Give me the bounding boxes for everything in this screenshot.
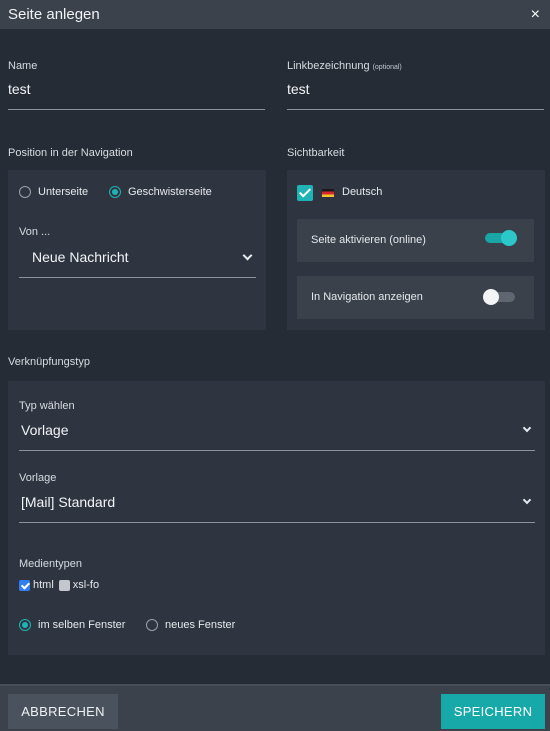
german-flag-icon — [322, 189, 334, 197]
type-underline — [19, 450, 535, 451]
link-type-label: Verknüpfungstyp — [8, 356, 90, 368]
link-label-text: Linkbezeichnung — [287, 60, 370, 72]
link-underline — [287, 109, 544, 110]
media-options: html xsl-fo — [19, 579, 99, 591]
media-label: Medientypen — [19, 558, 82, 570]
cancel-button[interactable]: ABBRECHEN — [8, 694, 118, 729]
activate-toggle-knob — [501, 230, 517, 246]
name-input[interactable]: test — [8, 81, 31, 97]
radio-new-window-label: neues Fenster — [165, 619, 236, 631]
dialog-title: Seite anlegen — [8, 6, 100, 23]
close-icon[interactable]: × — [531, 6, 540, 23]
name-underline — [8, 109, 265, 110]
media-xslfo-checkbox[interactable] — [58, 579, 70, 591]
link-input[interactable]: test — [287, 81, 310, 97]
radio-same-window-circle[interactable] — [19, 619, 31, 631]
type-select[interactable]: Vorlage — [21, 422, 68, 438]
language-label: Deutsch — [342, 186, 383, 198]
nav-label: In Navigation anzeigen — [311, 291, 423, 303]
von-label: Von ... — [19, 226, 51, 238]
link-label: Linkbezeichnung (optional) — [287, 60, 402, 72]
link-type-panel — [8, 381, 545, 655]
type-label: Typ wählen — [19, 400, 75, 412]
radio-unterseite-label: Unterseite — [38, 186, 89, 198]
template-label: Vorlage — [19, 472, 57, 484]
radio-geschwisterseite-circle[interactable] — [109, 186, 121, 198]
radio-geschwisterseite-label: Geschwisterseite — [128, 186, 212, 198]
media-html-label: html — [33, 579, 54, 591]
language-checkbox[interactable] — [297, 185, 313, 201]
media-xslfo-label: xsl-fo — [72, 579, 100, 591]
media-html-checkbox[interactable] — [19, 579, 30, 591]
optional-note: (optional) — [372, 64, 402, 71]
radio-unterseite[interactable]: Unterseite — [19, 186, 88, 198]
radio-same-window-label: im selben Fenster — [38, 619, 126, 631]
template-select[interactable]: [Mail] Standard — [21, 494, 115, 510]
radio-unterseite-circle[interactable] — [19, 186, 31, 198]
position-label: Position in der Navigation — [8, 147, 133, 159]
von-select[interactable]: Neue Nachricht — [32, 249, 129, 265]
von-underline — [19, 277, 256, 278]
radio-geschwisterseite[interactable]: Geschwisterseite — [109, 186, 212, 198]
activate-toggle[interactable] — [485, 230, 517, 246]
visibility-label: Sichtbarkeit — [287, 147, 345, 159]
activate-label: Seite aktivieren (online) — [311, 234, 426, 246]
save-button[interactable]: SPEICHERN — [441, 694, 545, 729]
dialog-titlebar: Seite anlegen × — [0, 0, 550, 29]
radio-new-window[interactable]: neues Fenster — [146, 619, 235, 631]
nav-toggle-knob — [483, 289, 499, 305]
nav-toggle[interactable] — [483, 289, 515, 305]
name-label: Name — [8, 60, 38, 72]
radio-same-window[interactable]: im selben Fenster — [19, 619, 125, 631]
template-underline — [19, 522, 535, 523]
radio-new-window-circle[interactable] — [146, 619, 158, 631]
